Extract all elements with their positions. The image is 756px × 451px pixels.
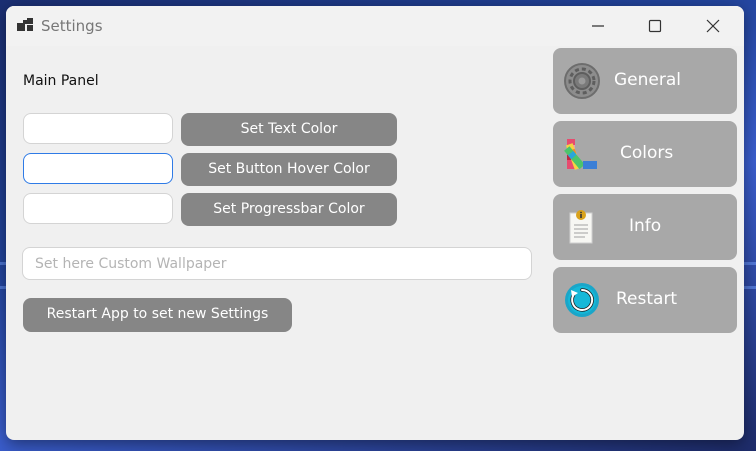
button-hover-color-input[interactable] <box>23 153 173 184</box>
sidebar-item-label: General <box>614 70 681 90</box>
set-progressbar-color-button[interactable]: Set Progressbar Color <box>181 193 397 226</box>
gear-icon <box>564 63 600 99</box>
sidebar-item-colors[interactable]: Colors <box>553 121 737 187</box>
sidebar-item-restart[interactable]: Restart <box>553 267 737 333</box>
maximize-button[interactable] <box>632 10 678 42</box>
minimize-icon <box>592 25 604 27</box>
palette-icon <box>564 139 597 170</box>
text-color-input[interactable] <box>23 113 173 144</box>
info-document-icon <box>569 210 593 244</box>
window-title: Settings <box>41 17 103 35</box>
close-button[interactable] <box>690 10 736 42</box>
restart-icon <box>565 283 599 317</box>
sidebar-item-label: Restart <box>616 289 678 309</box>
sidebar-item-general[interactable]: General <box>553 48 737 114</box>
sidebar-item-label: Colors <box>620 143 674 163</box>
custom-wallpaper-input[interactable]: Set here Custom Wallpaper <box>22 247 532 280</box>
main-panel-label: Main Panel <box>23 73 99 89</box>
sidebar-item-label: Info <box>629 216 662 236</box>
title-bar[interactable]: Settings <box>6 6 744 46</box>
set-text-color-button[interactable]: Set Text Color <box>181 113 397 146</box>
restart-app-button[interactable]: Restart App to set new Settings <box>23 298 292 332</box>
close-icon <box>706 19 720 33</box>
set-button-hover-color-button[interactable]: Set Button Hover Color <box>181 153 397 186</box>
app-icon <box>17 18 33 32</box>
progressbar-color-input[interactable] <box>23 193 173 224</box>
minimize-button[interactable] <box>575 10 621 42</box>
settings-window: Settings Main Panel Set Text Color Set B… <box>6 6 744 440</box>
sidebar-item-info[interactable]: Info <box>553 194 737 260</box>
maximize-icon <box>648 19 662 33</box>
